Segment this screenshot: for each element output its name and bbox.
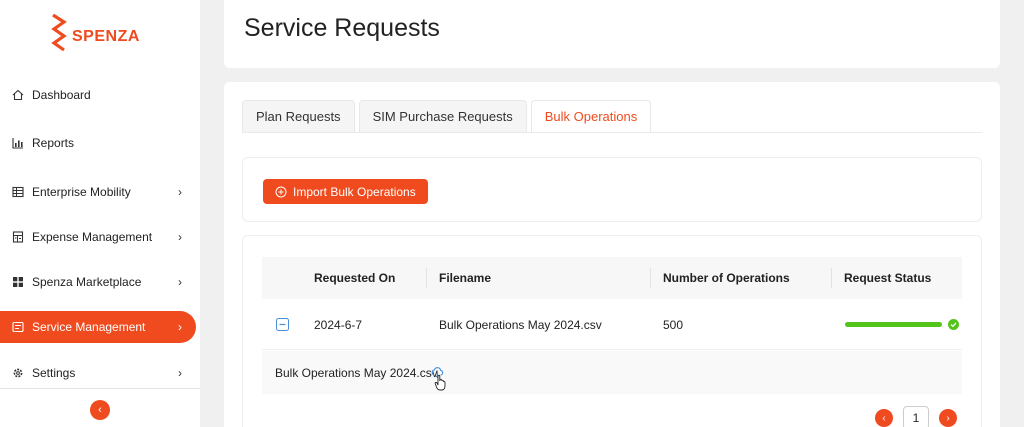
sidebar: SPENZA Dashboard Reports Enterprise Mobi… — [0, 0, 200, 427]
column-header-request-status[interactable]: Request Status — [844, 257, 931, 299]
sidebar-item-settings[interactable]: Settings › — [0, 357, 196, 389]
sidebar-item-service-management[interactable]: Service Management › — [0, 311, 196, 343]
pagination-page-1[interactable]: 1 — [903, 406, 929, 427]
collapse-row-icon[interactable] — [276, 318, 289, 331]
cell-requested-on: 2024-6-7 — [314, 317, 363, 332]
chevron-left-icon: ‹ — [882, 412, 886, 424]
chevron-right-icon: › — [178, 275, 182, 289]
sidebar-item-dashboard[interactable]: Dashboard — [0, 79, 196, 111]
tab-divider — [242, 132, 982, 133]
table-icon — [12, 186, 24, 198]
plus-circle-icon — [275, 186, 287, 197]
spenza-logo-icon — [51, 14, 67, 52]
sidebar-item-spenza-marketplace[interactable]: Spenza Marketplace › — [0, 266, 196, 298]
sidebar-footer: ‹ — [0, 388, 200, 427]
column-header-filename[interactable]: Filename — [439, 257, 491, 299]
table-row[interactable]: 2024-6-7 Bulk Operations May 2024.csv 50… — [262, 299, 962, 350]
chevron-right-icon: › — [178, 320, 182, 334]
column-header-requested-on[interactable]: Requested On — [314, 257, 395, 299]
sidebar-item-label: Spenza Marketplace — [32, 275, 142, 289]
tab-sim-purchase-requests[interactable]: SIM Purchase Requests — [358, 100, 527, 132]
content-card: Plan Requests SIM Purchase Requests Bulk… — [224, 82, 1000, 427]
progress-fill — [845, 322, 942, 327]
pagination-prev-button[interactable]: ‹ — [875, 409, 893, 427]
cell-filename: Bulk Operations May 2024.csv — [439, 317, 602, 332]
import-card: Import Bulk Operations — [242, 157, 982, 222]
chevron-right-icon: › — [178, 366, 182, 380]
page-header: Service Requests — [224, 0, 1000, 68]
sidebar-item-label: Reports — [32, 136, 75, 150]
bar-chart-icon — [12, 137, 24, 149]
page-title: Service Requests — [244, 14, 440, 42]
sidebar-collapse-button[interactable]: ‹ — [90, 400, 110, 420]
sidebar-item-label: Service Management — [32, 320, 146, 334]
spenza-logo[interactable]: SPENZA — [50, 14, 140, 54]
chevron-right-icon: › — [178, 185, 182, 199]
sidebar-item-enterprise-mobility[interactable]: Enterprise Mobility › — [0, 176, 196, 208]
bulk-operations-table: Requested On Filename Number of Operatio… — [242, 235, 982, 427]
brand-name: SPENZA — [72, 28, 140, 45]
chevron-left-icon: ‹ — [98, 404, 102, 416]
chevron-right-icon: › — [178, 230, 182, 244]
sidebar-item-expense-management[interactable]: Expense Management › — [0, 221, 196, 253]
column-divider — [426, 268, 427, 288]
check-circle-icon — [948, 319, 959, 330]
hand-cursor-icon — [434, 374, 446, 391]
cell-operations: 500 — [663, 317, 684, 332]
sidebar-item-label: Enterprise Mobility — [32, 185, 131, 199]
sidebar-item-label: Dashboard — [32, 88, 91, 102]
calculator-icon — [12, 231, 24, 243]
detail-filename: Bulk Operations May 2024.csv — [275, 365, 438, 380]
chevron-right-icon: › — [946, 412, 950, 424]
tab-plan-requests[interactable]: Plan Requests — [242, 100, 355, 132]
import-button-label: Import Bulk Operations — [293, 184, 416, 199]
home-icon — [12, 89, 24, 101]
sidebar-item-label: Expense Management — [32, 230, 153, 244]
pagination: ‹ 1 › — [875, 406, 957, 427]
column-divider — [831, 268, 832, 288]
column-divider — [650, 268, 651, 288]
sidebar-item-reports[interactable]: Reports — [0, 127, 196, 159]
ticket-icon — [12, 321, 24, 333]
column-header-number-of-operations[interactable]: Number of Operations — [663, 257, 790, 299]
request-status-progress — [845, 322, 942, 327]
sidebar-item-label: Settings — [32, 366, 76, 380]
tab-bar: Plan Requests SIM Purchase Requests Bulk… — [242, 100, 655, 132]
expanded-row-detail: Bulk Operations May 2024.csv — [262, 351, 962, 394]
grid-icon — [12, 276, 24, 288]
tab-bulk-operations[interactable]: Bulk Operations — [530, 100, 652, 132]
import-bulk-operations-button[interactable]: Import Bulk Operations — [263, 179, 428, 204]
gear-icon — [12, 367, 24, 379]
table-header: Requested On Filename Number of Operatio… — [262, 257, 962, 299]
pagination-next-button[interactable]: › — [939, 409, 957, 427]
